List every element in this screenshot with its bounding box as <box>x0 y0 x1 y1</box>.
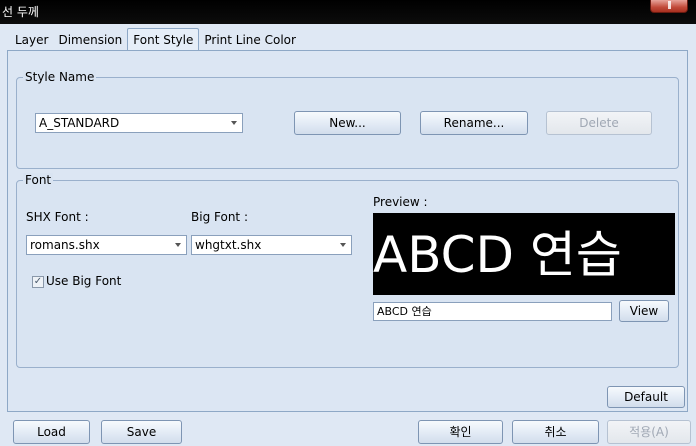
use-big-font-label: Use Big Font <box>46 274 122 288</box>
shx-font-combo[interactable]: romans.shx <box>26 235 187 255</box>
tab-strip: Layer Dimension Font Style Print Line Co… <box>10 28 301 50</box>
big-font-value: whgtxt.shx <box>195 238 262 252</box>
style-name-value: A_STANDARD <box>39 116 120 130</box>
use-big-font-checkbox[interactable]: ✓ <box>32 276 44 288</box>
style-name-combo[interactable]: A_STANDARD <box>35 113 243 133</box>
preview-text-input[interactable]: ABCD 연습 <box>373 302 612 321</box>
apply-button[interactable]: 적용(A) <box>607 420 691 444</box>
shx-font-label: SHX Font : <box>26 210 89 224</box>
new-style-button[interactable]: New... <box>294 111 401 135</box>
window-title: 선 두께 <box>2 5 39 19</box>
tab-font-style[interactable]: Font Style <box>127 28 200 50</box>
cancel-button[interactable]: 취소 <box>512 420 599 444</box>
preview-text: ABCD 연습 <box>373 226 622 284</box>
preview-label: Preview : <box>373 195 428 209</box>
tab-layer[interactable]: Layer <box>10 30 53 50</box>
big-font-label: Big Font : <box>191 210 248 224</box>
style-name-group-label: Style Name <box>23 70 97 84</box>
chevron-down-icon <box>231 121 237 125</box>
font-group-label: Font <box>23 173 54 187</box>
tab-dimension[interactable]: Dimension <box>53 30 127 50</box>
delete-style-button[interactable]: Delete <box>546 111 652 135</box>
close-button[interactable] <box>650 0 688 13</box>
chevron-down-icon <box>175 243 181 247</box>
chevron-down-icon <box>340 243 346 247</box>
big-font-combo[interactable]: whgtxt.shx <box>191 235 352 255</box>
view-button[interactable]: View <box>619 300 669 322</box>
tab-print-line-color[interactable]: Print Line Color <box>199 30 301 50</box>
rename-style-button[interactable]: Rename... <box>420 111 528 135</box>
font-preview: ABCD 연습 <box>373 213 675 295</box>
ok-button[interactable]: 확인 <box>418 420 503 444</box>
default-button[interactable]: Default <box>607 386 685 408</box>
shx-font-value: romans.shx <box>30 238 100 252</box>
load-button[interactable]: Load <box>13 420 90 444</box>
title-bar: 선 두께 <box>0 0 696 24</box>
save-button[interactable]: Save <box>101 420 182 444</box>
